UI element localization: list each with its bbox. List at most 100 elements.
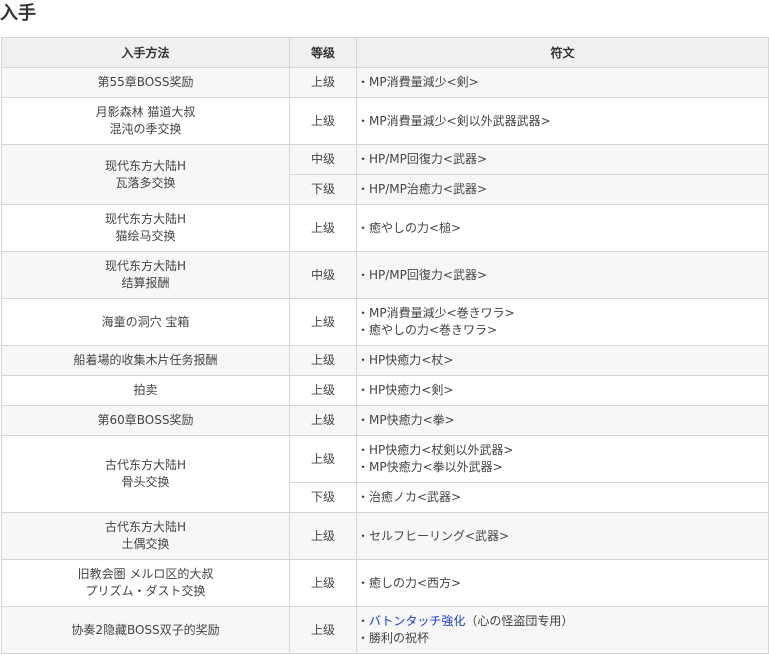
rune-cell: ・MP消費量減少<剣以外武器武器>	[356, 97, 769, 145]
rune-text: ・MP消費量減少<剣>	[357, 75, 479, 89]
section-title: 入手	[0, 3, 36, 24]
rune-cell: ・MP消費量減少<巻きワラ> ・癒やしの力<巻きワラ>	[356, 298, 769, 346]
rune-text: ・MP快癒力<拳>	[357, 413, 455, 427]
grade-cell: 下级	[289, 174, 357, 205]
rune-cell: ・HP/MP回復力<武器>	[356, 251, 769, 299]
grade-cell: 上级	[289, 606, 357, 654]
rune-text: ・癒しの力<西方>	[357, 575, 462, 590]
table-row: 旧教会圏 メルロ区的大叔 プリズム・ダスト交换 上级 ・癒しの力<西方>	[1, 559, 769, 607]
method-text: 现代东方大陆H	[104, 158, 187, 173]
method-text: 月影森林 猫道大叔	[95, 105, 196, 119]
grade-cell: 上级	[289, 375, 357, 406]
grade-cell: 上级	[289, 67, 357, 98]
rune-cell: ・治癒ノカ<武器>	[356, 482, 769, 513]
rune-text: ・癒やしの力<巻きワラ>	[357, 323, 498, 337]
method-cell: 第55章BOSS奖励	[1, 67, 290, 98]
grade-cell: 上级	[289, 298, 357, 346]
grade-cell: 上级	[289, 405, 357, 436]
rune-cell: ・MP快癒力<拳>	[356, 405, 769, 436]
method-text: 现代东方大陆H	[104, 259, 187, 273]
grade-cell: 上级	[289, 97, 357, 145]
acquisition-table: 入手方法 等级 符文 第55章BOSS奖励 上级 ・MP消費量減少<剣> 月影森…	[1, 37, 769, 654]
method-text: 拍卖	[133, 383, 158, 397]
baton-touch-link[interactable]: バトンタッチ強化	[369, 614, 465, 628]
method-text: 瓦落多交换	[115, 175, 176, 190]
method-text: 古代东方大陆H	[104, 458, 187, 472]
header-method: 入手方法	[1, 37, 290, 68]
grade-cell: 上级	[289, 345, 357, 376]
grade-cell: 中级	[289, 144, 357, 175]
method-cell: 现代东方大陆H 猫绘马交换	[1, 204, 290, 252]
rune-text: ・HP/MP治癒力<武器>	[357, 182, 488, 196]
method-cell: 现代东方大陆H 瓦落多交换	[1, 144, 290, 205]
method-cell: 古代东方大陆H 骨头交换	[1, 435, 290, 513]
method-cell: 协奏2隐藏BOSS双子的奖励	[1, 606, 290, 654]
rune-text: ・MP快癒力<拳以外武器>	[357, 460, 503, 474]
table-row: 第55章BOSS奖励 上级 ・MP消費量減少<剣>	[1, 67, 769, 98]
rune-cell: ・HP快癒力<杖剣以外武器> ・MP快癒力<拳以外武器>	[356, 435, 769, 483]
rune-text: ・HP/MP回復力<武器>	[357, 267, 488, 282]
method-cell: 月影森林 猫道大叔 混沌の季交换	[1, 97, 290, 145]
method-text: 第55章BOSS奖励	[97, 75, 194, 89]
header-rune: 符文	[356, 37, 769, 68]
method-cell: 旧教会圏 メルロ区的大叔 プリズム・ダスト交换	[1, 559, 290, 607]
table-row: 拍卖 上级 ・HP快癒力<剣>	[1, 375, 769, 406]
rune-text: ・MP消費量減少<巻きワラ>	[357, 306, 515, 320]
method-cell: 拍卖	[1, 375, 290, 406]
method-text: 骨头交换	[121, 475, 170, 489]
grade-cell: 下级	[289, 482, 357, 513]
rune-text: ・治癒ノカ<武器>	[357, 490, 462, 504]
method-text: プリズム・ダスト交换	[85, 584, 206, 598]
method-text: 混沌の季交换	[109, 122, 182, 136]
rune-text: ・HP快癒力<剣>	[357, 383, 454, 397]
rune-cell: ・癒しの力<西方>	[356, 559, 769, 607]
rune-cell: ・バトンタッチ強化（心の怪盗団专用） ・勝利の祝杯	[356, 606, 769, 654]
rune-text: ・HP/MP回復力<武器>	[357, 152, 488, 166]
rune-text: ・HP快癒力<杖剣以外武器>	[357, 443, 514, 457]
grade-cell: 上级	[289, 435, 357, 483]
rune-text: ・MP消費量減少<剣以外武器武器>	[357, 113, 551, 128]
table-header-row: 入手方法 等级 符文	[1, 37, 769, 68]
method-cell: 现代东方大陆H 结算报酬	[1, 251, 290, 299]
header-grade: 等级	[289, 37, 357, 68]
method-text: 协奏2隐藏BOSS双子的奖励	[71, 622, 220, 637]
table-row: 第60章BOSS奖励 上级 ・MP快癒力<拳>	[1, 405, 769, 436]
table-row: 现代东方大陆H 猫绘马交换 上级 ・癒やしの力<槌>	[1, 204, 769, 252]
rune-cell: ・セルフヒーリング<武器>	[356, 512, 769, 560]
method-text: 第60章BOSS奖励	[97, 413, 194, 427]
table-row: 古代东方大陆H 土偶交换 上级 ・セルフヒーリング<武器>	[1, 512, 769, 560]
method-text: 结算报酬	[121, 276, 170, 290]
method-text: 海童の洞穴 宝箱	[101, 314, 190, 329]
method-cell: 船着場的收集木片任务报酬	[1, 345, 290, 376]
table-row: 现代东方大陆H 结算报酬 中级 ・HP/MP回復力<武器>	[1, 251, 769, 299]
rune-cell: ・癒やしの力<槌>	[356, 204, 769, 252]
rune-cell: ・HP快癒力<剣>	[356, 375, 769, 406]
rune-text: ・勝利の祝杯	[357, 631, 430, 645]
method-text: 现代东方大陆H	[104, 212, 187, 226]
grade-cell: 中级	[289, 251, 357, 299]
table-row: 船着場的收集木片任务报酬 上级 ・HP快癒力<杖>	[1, 345, 769, 376]
rune-text: ・HP快癒力<杖>	[357, 353, 454, 367]
rune-cell: ・HP/MP回復力<武器>	[356, 144, 769, 175]
method-text: 旧教会圏 メルロ区的大叔	[77, 567, 214, 581]
rune-text: ・バトンタッチ強化（心の怪盗団专用）	[357, 613, 768, 630]
method-text: 土偶交换	[121, 537, 170, 551]
grade-cell: 上级	[289, 512, 357, 560]
table-row: 协奏2隐藏BOSS双子的奖励 上级 ・バトンタッチ強化（心の怪盗団专用） ・勝利…	[1, 606, 769, 654]
table-row: 海童の洞穴 宝箱 上级 ・MP消費量減少<巻きワラ> ・癒やしの力<巻きワラ>	[1, 298, 769, 346]
table-row: 现代东方大陆H 瓦落多交换 中级 ・HP/MP回復力<武器>	[1, 144, 769, 205]
table-row: 古代东方大陆H 骨头交换 上级 ・HP快癒力<杖剣以外武器> ・MP快癒力<拳以…	[1, 435, 769, 513]
method-text: 船着場的收集木片任务报酬	[73, 353, 218, 367]
rune-cell: ・MP消費量減少<剣>	[356, 67, 769, 98]
method-text: 猫绘马交换	[115, 229, 176, 243]
rune-note: （心の怪盗団专用）	[465, 614, 574, 628]
grade-cell: 上级	[289, 559, 357, 607]
method-cell: 海童の洞穴 宝箱	[1, 298, 290, 346]
method-cell: 第60章BOSS奖励	[1, 405, 290, 436]
rune-cell: ・HP快癒力<杖>	[356, 345, 769, 376]
grade-cell: 上级	[289, 204, 357, 252]
rune-text: ・セルフヒーリング<武器>	[357, 528, 510, 543]
rune-cell: ・HP/MP治癒力<武器>	[356, 174, 769, 205]
rune-bullet: ・	[357, 614, 370, 628]
method-cell: 古代东方大陆H 土偶交换	[1, 512, 290, 560]
